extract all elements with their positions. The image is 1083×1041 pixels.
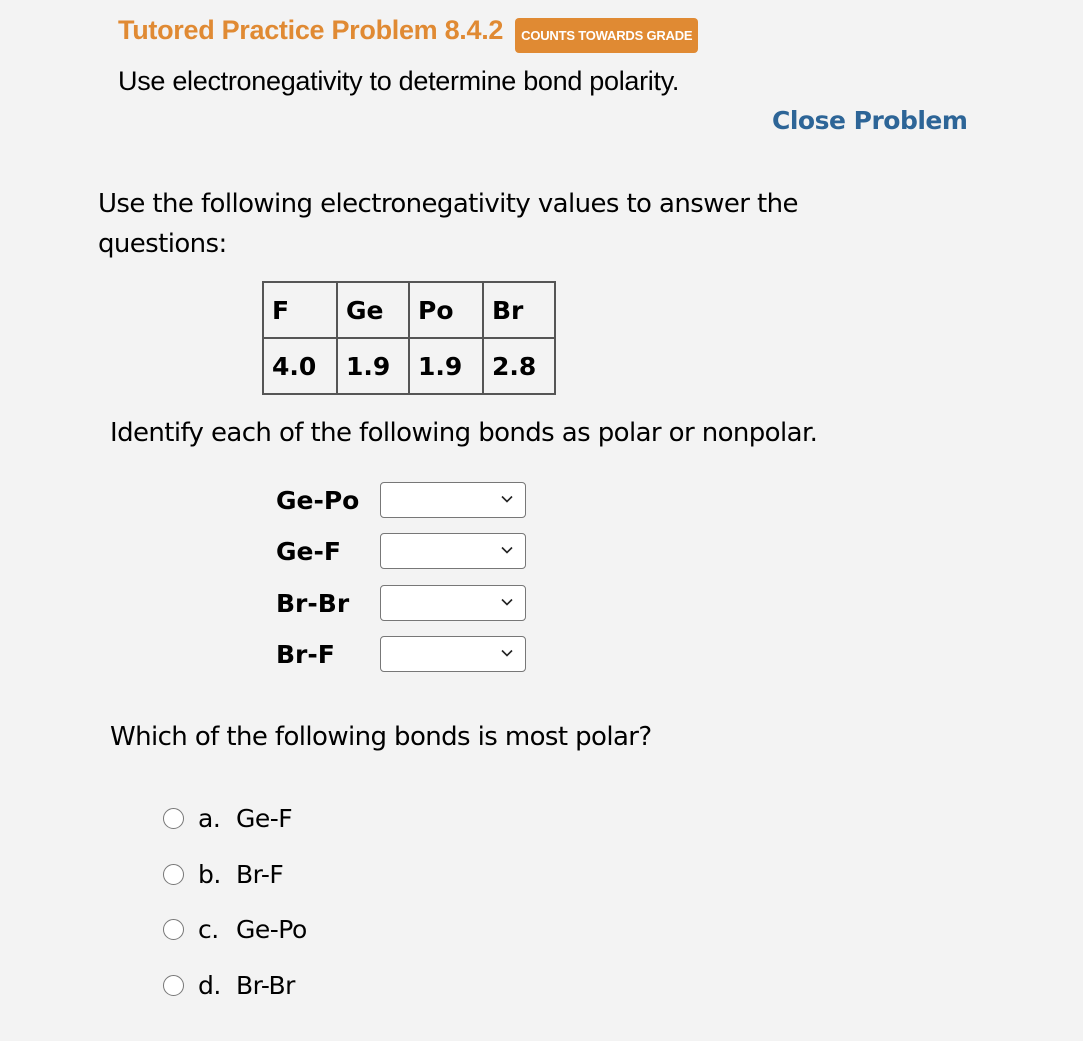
chevron-down-icon <box>501 598 513 606</box>
bond-row-br-br: Br-Br <box>276 585 526 621</box>
option-label: Br-Br <box>236 971 295 1000</box>
option-label: Br-F <box>236 860 284 889</box>
option-letter: d. <box>198 971 221 1000</box>
polarity-dropdown-ge-f[interactable] <box>380 533 526 569</box>
option-d[interactable]: d. Br-Br <box>163 971 295 1000</box>
table-value-row: 4.0 1.9 1.9 2.8 <box>262 337 556 395</box>
bond-row-br-f: Br-F <box>276 636 526 672</box>
bond-label: Br-Br <box>276 588 350 618</box>
table-value-cell: 4.0 <box>262 337 338 395</box>
bond-label: Ge-F <box>276 536 341 566</box>
table-value-cell: 1.9 <box>408 337 484 395</box>
table-header-row: F Ge Po Br <box>262 281 556 339</box>
chevron-down-icon <box>501 495 513 503</box>
table-value-cell: 2.8 <box>482 337 556 395</box>
radio-button[interactable] <box>163 975 184 996</box>
close-problem-link[interactable]: Close Problem <box>772 106 968 135</box>
problem-title: Tutored Practice Problem 8.4.2 <box>118 15 504 45</box>
bond-label: Br-F <box>276 639 335 669</box>
bond-label: Ge-Po <box>276 485 360 515</box>
chevron-down-icon <box>501 546 513 554</box>
option-b[interactable]: b. Br-F <box>163 860 284 889</box>
table-header-cell: F <box>262 281 338 339</box>
radio-button[interactable] <box>163 864 184 885</box>
option-a[interactable]: a. Ge-F <box>163 804 293 833</box>
radio-button[interactable] <box>163 919 184 940</box>
title-row: Tutored Practice Problem 8.4.2 COUNTS TO… <box>118 8 699 53</box>
bond-row-ge-po: Ge-Po <box>276 482 526 518</box>
grade-badge: COUNTS TOWARDS GRADE <box>515 18 699 53</box>
option-letter: b. <box>198 860 221 889</box>
polarity-dropdown-br-br[interactable] <box>380 585 526 621</box>
table-header-cell: Ge <box>336 281 410 339</box>
option-letter: a. <box>198 804 221 833</box>
chevron-down-icon <box>501 649 513 657</box>
option-label: Ge-F <box>236 804 293 833</box>
option-label: Ge-Po <box>236 915 307 944</box>
table-header-cell: Po <box>408 281 484 339</box>
problem-subtitle: Use electronegativity to determine bond … <box>118 66 680 96</box>
question1-prompt: Identify each of the following bonds as … <box>110 418 818 448</box>
option-letter: c. <box>198 915 219 944</box>
table-header-cell: Br <box>482 281 556 339</box>
intro-text: Use the following electronegativity valu… <box>98 189 798 259</box>
radio-button[interactable] <box>163 808 184 829</box>
question2-prompt: Which of the following bonds is most pol… <box>110 722 652 752</box>
bond-row-ge-f: Ge-F <box>276 533 526 569</box>
polarity-dropdown-br-f[interactable] <box>380 636 526 672</box>
electronegativity-table: F Ge Po Br 4.0 1.9 1.9 2.8 <box>262 281 556 395</box>
table-value-cell: 1.9 <box>336 337 410 395</box>
polarity-dropdown-ge-po[interactable] <box>380 482 526 518</box>
option-c[interactable]: c. Ge-Po <box>163 915 307 944</box>
